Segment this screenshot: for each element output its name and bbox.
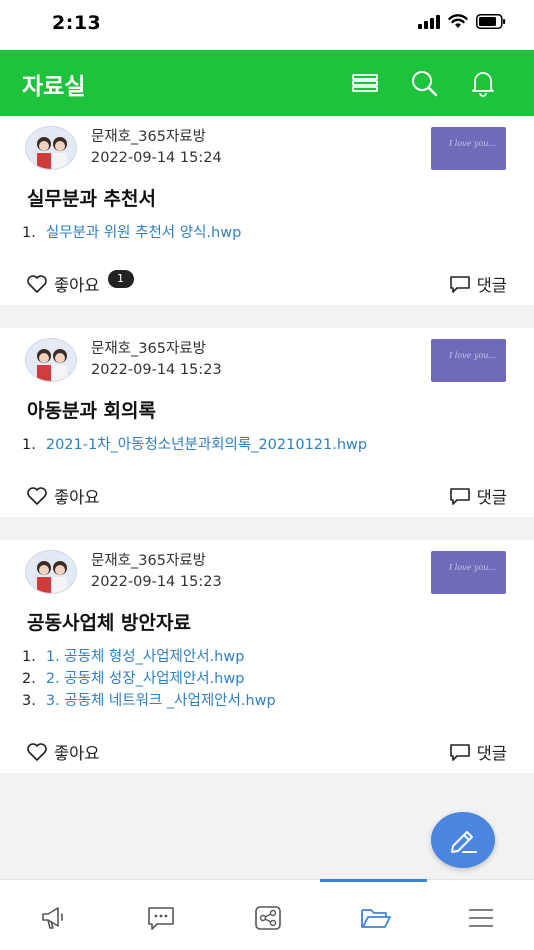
like-label: 좋아요 — [54, 276, 100, 295]
write-post-button[interactable] — [431, 812, 495, 868]
status-time: 2:13 — [52, 12, 102, 34]
post-date: 2022-09-14 15:24 — [91, 150, 222, 166]
post-card[interactable]: 문재호_365자료방 2022-09-14 15:23 I love you..… — [0, 328, 534, 517]
post-title[interactable]: 실무분과 추천서 — [27, 184, 156, 211]
file-list: 1. 1. 공동체 형성_사업제안서.hwp 2. 2. 공동체 성장_사업제안서.… — [22, 646, 276, 712]
comment-icon — [449, 744, 470, 761]
post-title[interactable]: 아동분과 회의록 — [27, 396, 156, 423]
file-number: 1. — [22, 437, 36, 453]
like-button[interactable]: 좋아요 — [26, 740, 100, 764]
comment-icon — [449, 276, 470, 293]
app-header: 자료실 — [0, 50, 534, 116]
chat-icon — [148, 907, 174, 930]
comment-label: 댓글 — [476, 276, 507, 295]
tab-notice[interactable] — [0, 880, 106, 950]
battery-icon — [476, 14, 506, 29]
file-number: 3. — [22, 693, 36, 709]
post-thumbnail[interactable]: I love you... — [431, 551, 506, 594]
file-item: 3. 3. 공동체 네트워크 _사업제안서.hwp — [22, 690, 276, 712]
menu-icon — [469, 909, 493, 927]
file-item: 1. 실무분과 위원 추천서 양식.hwp — [22, 222, 241, 244]
file-item: 2. 2. 공동체 성장_사업제안서.hwp — [22, 668, 276, 690]
post-date: 2022-09-14 15:23 — [91, 362, 222, 378]
file-list: 1. 실무분과 위원 추천서 양식.hwp — [22, 222, 241, 244]
post-thumbnail[interactable]: I love you... — [431, 127, 506, 170]
wifi-icon — [448, 14, 468, 28]
comment-icon — [449, 488, 470, 505]
list-icon[interactable] — [350, 68, 380, 98]
comment-button[interactable]: 댓글 — [449, 740, 507, 764]
heart-icon — [27, 487, 47, 505]
post-author: 문재호_365자료방 — [91, 553, 206, 569]
heart-icon — [27, 275, 47, 293]
megaphone-icon — [42, 907, 63, 929]
file-link[interactable]: 실무분과 위원 추천서 양식.hwp — [46, 225, 241, 241]
post-title[interactable]: 공동사업체 방안자료 — [27, 608, 191, 635]
page-title: 자료실 — [22, 74, 86, 100]
file-item: 1. 2021-1차_아동청소년분과회의록_20210121.hwp — [22, 434, 367, 456]
post-author: 문재호_365자료방 — [91, 341, 206, 357]
tab-chat[interactable] — [107, 880, 213, 950]
file-list: 1. 2021-1차_아동청소년분과회의록_20210121.hwp — [22, 434, 367, 456]
post-card[interactable]: 문재호_365자료방 2022-09-14 15:23 I love you..… — [0, 540, 534, 773]
heart-icon — [27, 743, 47, 761]
comment-label: 댓글 — [476, 488, 507, 507]
signal-icon — [418, 14, 440, 29]
like-label: 좋아요 — [54, 488, 100, 507]
like-count-badge: 1 — [107, 270, 134, 288]
tab-menu[interactable] — [427, 880, 533, 950]
bottom-tab-bar — [0, 879, 534, 950]
tab-files[interactable] — [320, 880, 426, 950]
file-link[interactable]: 3. 공동체 네트워크 _사업제안서.hwp — [46, 693, 276, 709]
comment-label: 댓글 — [476, 744, 507, 763]
status-bar: 2:13 — [0, 0, 534, 50]
comment-button[interactable]: 댓글 — [449, 272, 507, 296]
file-link[interactable]: 1. 공동체 형성_사업제안서.hwp — [46, 649, 245, 665]
file-item: 1. 1. 공동체 형성_사업제안서.hwp — [22, 646, 276, 668]
share-icon — [255, 906, 281, 930]
pencil-icon — [451, 831, 477, 853]
file-link[interactable]: 2021-1차_아동청소년분과회의록_20210121.hwp — [46, 437, 367, 453]
tab-share[interactable] — [214, 880, 320, 950]
search-icon[interactable] — [409, 68, 439, 98]
like-label: 좋아요 — [54, 744, 100, 763]
like-button[interactable]: 좋아요 — [26, 484, 100, 508]
post-date: 2022-09-14 15:23 — [91, 574, 222, 590]
avatar[interactable] — [25, 550, 77, 594]
post-author: 문재호_365자료방 — [91, 129, 206, 145]
file-link[interactable]: 2. 공동체 성장_사업제안서.hwp — [46, 671, 245, 687]
bell-icon[interactable] — [468, 68, 498, 98]
folder-icon — [361, 909, 391, 928]
avatar[interactable] — [25, 338, 77, 382]
status-icons — [418, 14, 506, 29]
post-card[interactable]: 문재호_365자료방 2022-09-14 15:24 I love you..… — [0, 116, 534, 305]
post-thumbnail[interactable]: I love you... — [431, 339, 506, 382]
file-number: 2. — [22, 671, 36, 687]
comment-button[interactable]: 댓글 — [449, 484, 507, 508]
file-number: 1. — [22, 225, 36, 241]
like-button[interactable]: 좋아요 1 — [26, 270, 134, 296]
avatar[interactable] — [25, 126, 77, 170]
file-number: 1. — [22, 649, 36, 665]
